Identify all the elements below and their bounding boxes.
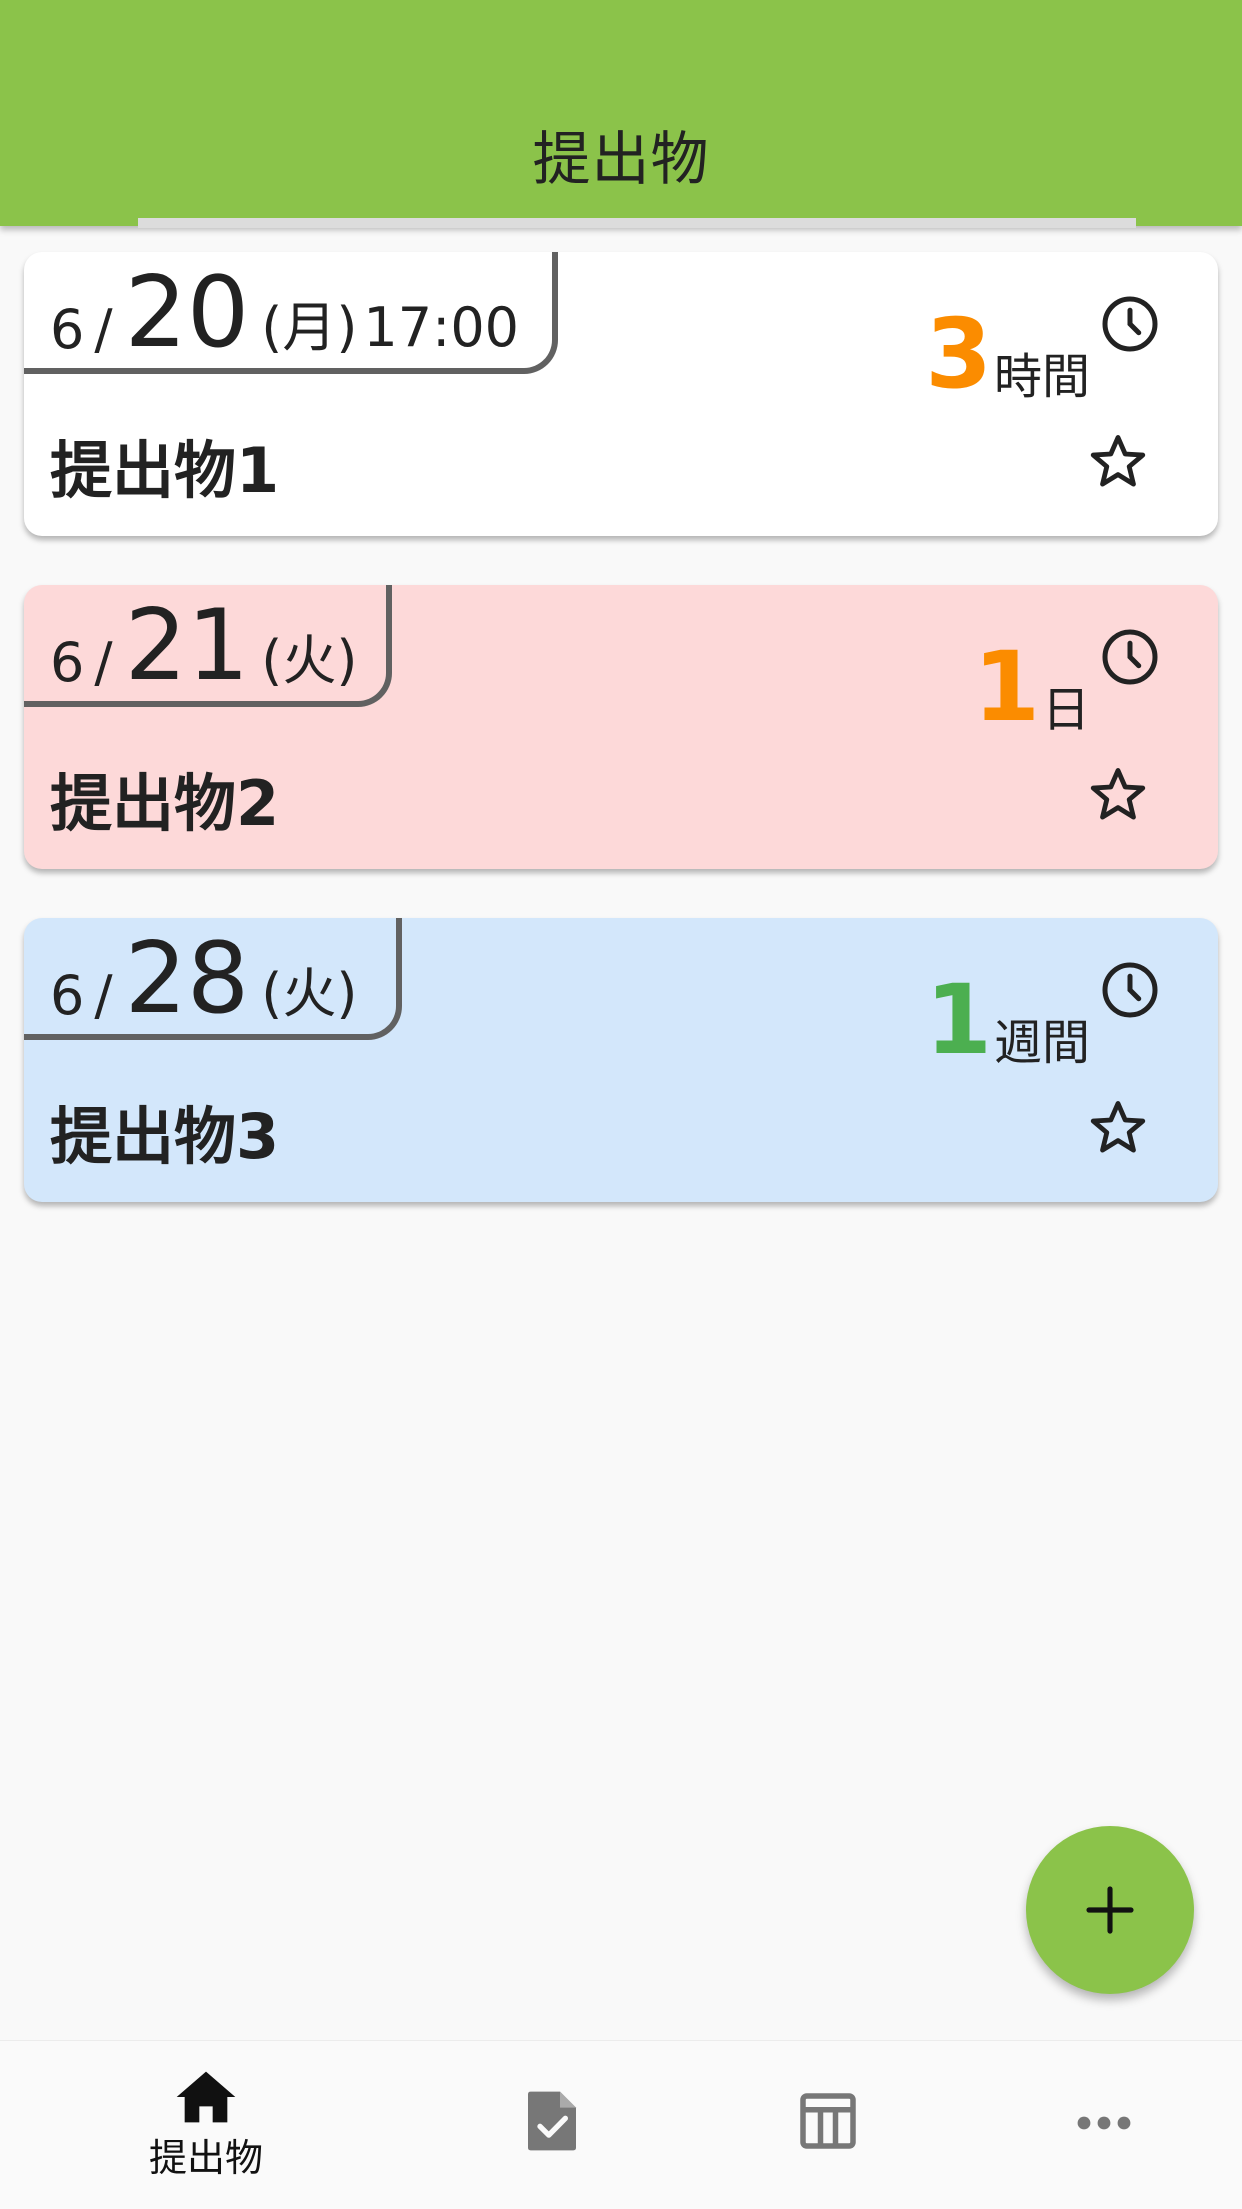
submission-card[interactable]: 6/21 (火) 1 日 提出物2 <box>24 585 1218 869</box>
time-remaining-unit: 日 <box>1041 682 1090 738</box>
due-date: 6/21 (火) <box>24 585 392 707</box>
time-remaining: 3 時間 <box>925 282 1090 410</box>
nav-item-more[interactable] <box>966 2041 1242 2209</box>
nav-item-completed[interactable] <box>414 2041 690 2209</box>
plus-icon <box>1086 1886 1134 1934</box>
due-time: 17:00 <box>363 296 520 359</box>
nav-item-timetable[interactable] <box>690 2041 966 2209</box>
date-separator: / <box>94 298 113 361</box>
time-remaining: 1 週間 <box>925 948 1090 1076</box>
submission-card[interactable]: 6/20 (月) 17:00 3 時間 提出物1 <box>24 252 1218 536</box>
submission-name: 提出物3 <box>50 1100 280 1173</box>
due-day: 20 <box>124 256 250 370</box>
due-month: 6 <box>50 631 85 694</box>
time-remaining-value: 3 <box>925 298 992 410</box>
star-outline-icon[interactable] <box>1086 1096 1150 1160</box>
clock-icon[interactable] <box>1100 294 1160 354</box>
star-outline-icon[interactable] <box>1086 430 1150 494</box>
page-title: 提出物 <box>532 125 710 193</box>
due-day: 21 <box>124 589 250 703</box>
assignment-check-icon <box>528 2091 576 2151</box>
submission-card[interactable]: 6/28 (火) 1 週間 提出物3 <box>24 918 1218 1202</box>
more-horiz-icon <box>1077 2116 1131 2130</box>
tab-indicator <box>138 218 1136 228</box>
bottom-navigation: 提出物 <box>0 2040 1242 2209</box>
nav-item-submissions[interactable]: 提出物 <box>68 2041 344 2209</box>
due-date: 6/28 (火) <box>24 918 402 1040</box>
time-remaining: 1 日 <box>973 615 1090 743</box>
nav-label-submissions: 提出物 <box>148 2136 263 2180</box>
star-outline-icon[interactable] <box>1086 763 1150 827</box>
due-day: 28 <box>124 922 250 1036</box>
time-remaining-value: 1 <box>973 631 1040 743</box>
due-date: 6/20 (月) 17:00 <box>24 252 558 374</box>
clock-icon[interactable] <box>1100 627 1160 687</box>
time-remaining-unit: 時間 <box>993 349 1090 405</box>
home-icon <box>176 2071 236 2123</box>
date-separator: / <box>94 631 113 694</box>
submission-name: 提出物1 <box>50 434 280 507</box>
due-weekday: (火) <box>261 962 358 1025</box>
due-weekday: (月) <box>261 296 358 359</box>
due-month: 6 <box>50 298 85 361</box>
submission-name: 提出物2 <box>50 767 280 840</box>
add-submission-button[interactable] <box>1026 1826 1194 1994</box>
time-remaining-value: 1 <box>925 964 992 1076</box>
due-weekday: (火) <box>261 629 358 692</box>
due-month: 6 <box>50 964 85 1027</box>
date-separator: / <box>94 964 113 1027</box>
table-icon <box>800 2093 856 2149</box>
app-bar: 提出物 <box>0 0 1242 228</box>
clock-icon[interactable] <box>1100 960 1160 1020</box>
time-remaining-unit: 週間 <box>993 1015 1090 1071</box>
